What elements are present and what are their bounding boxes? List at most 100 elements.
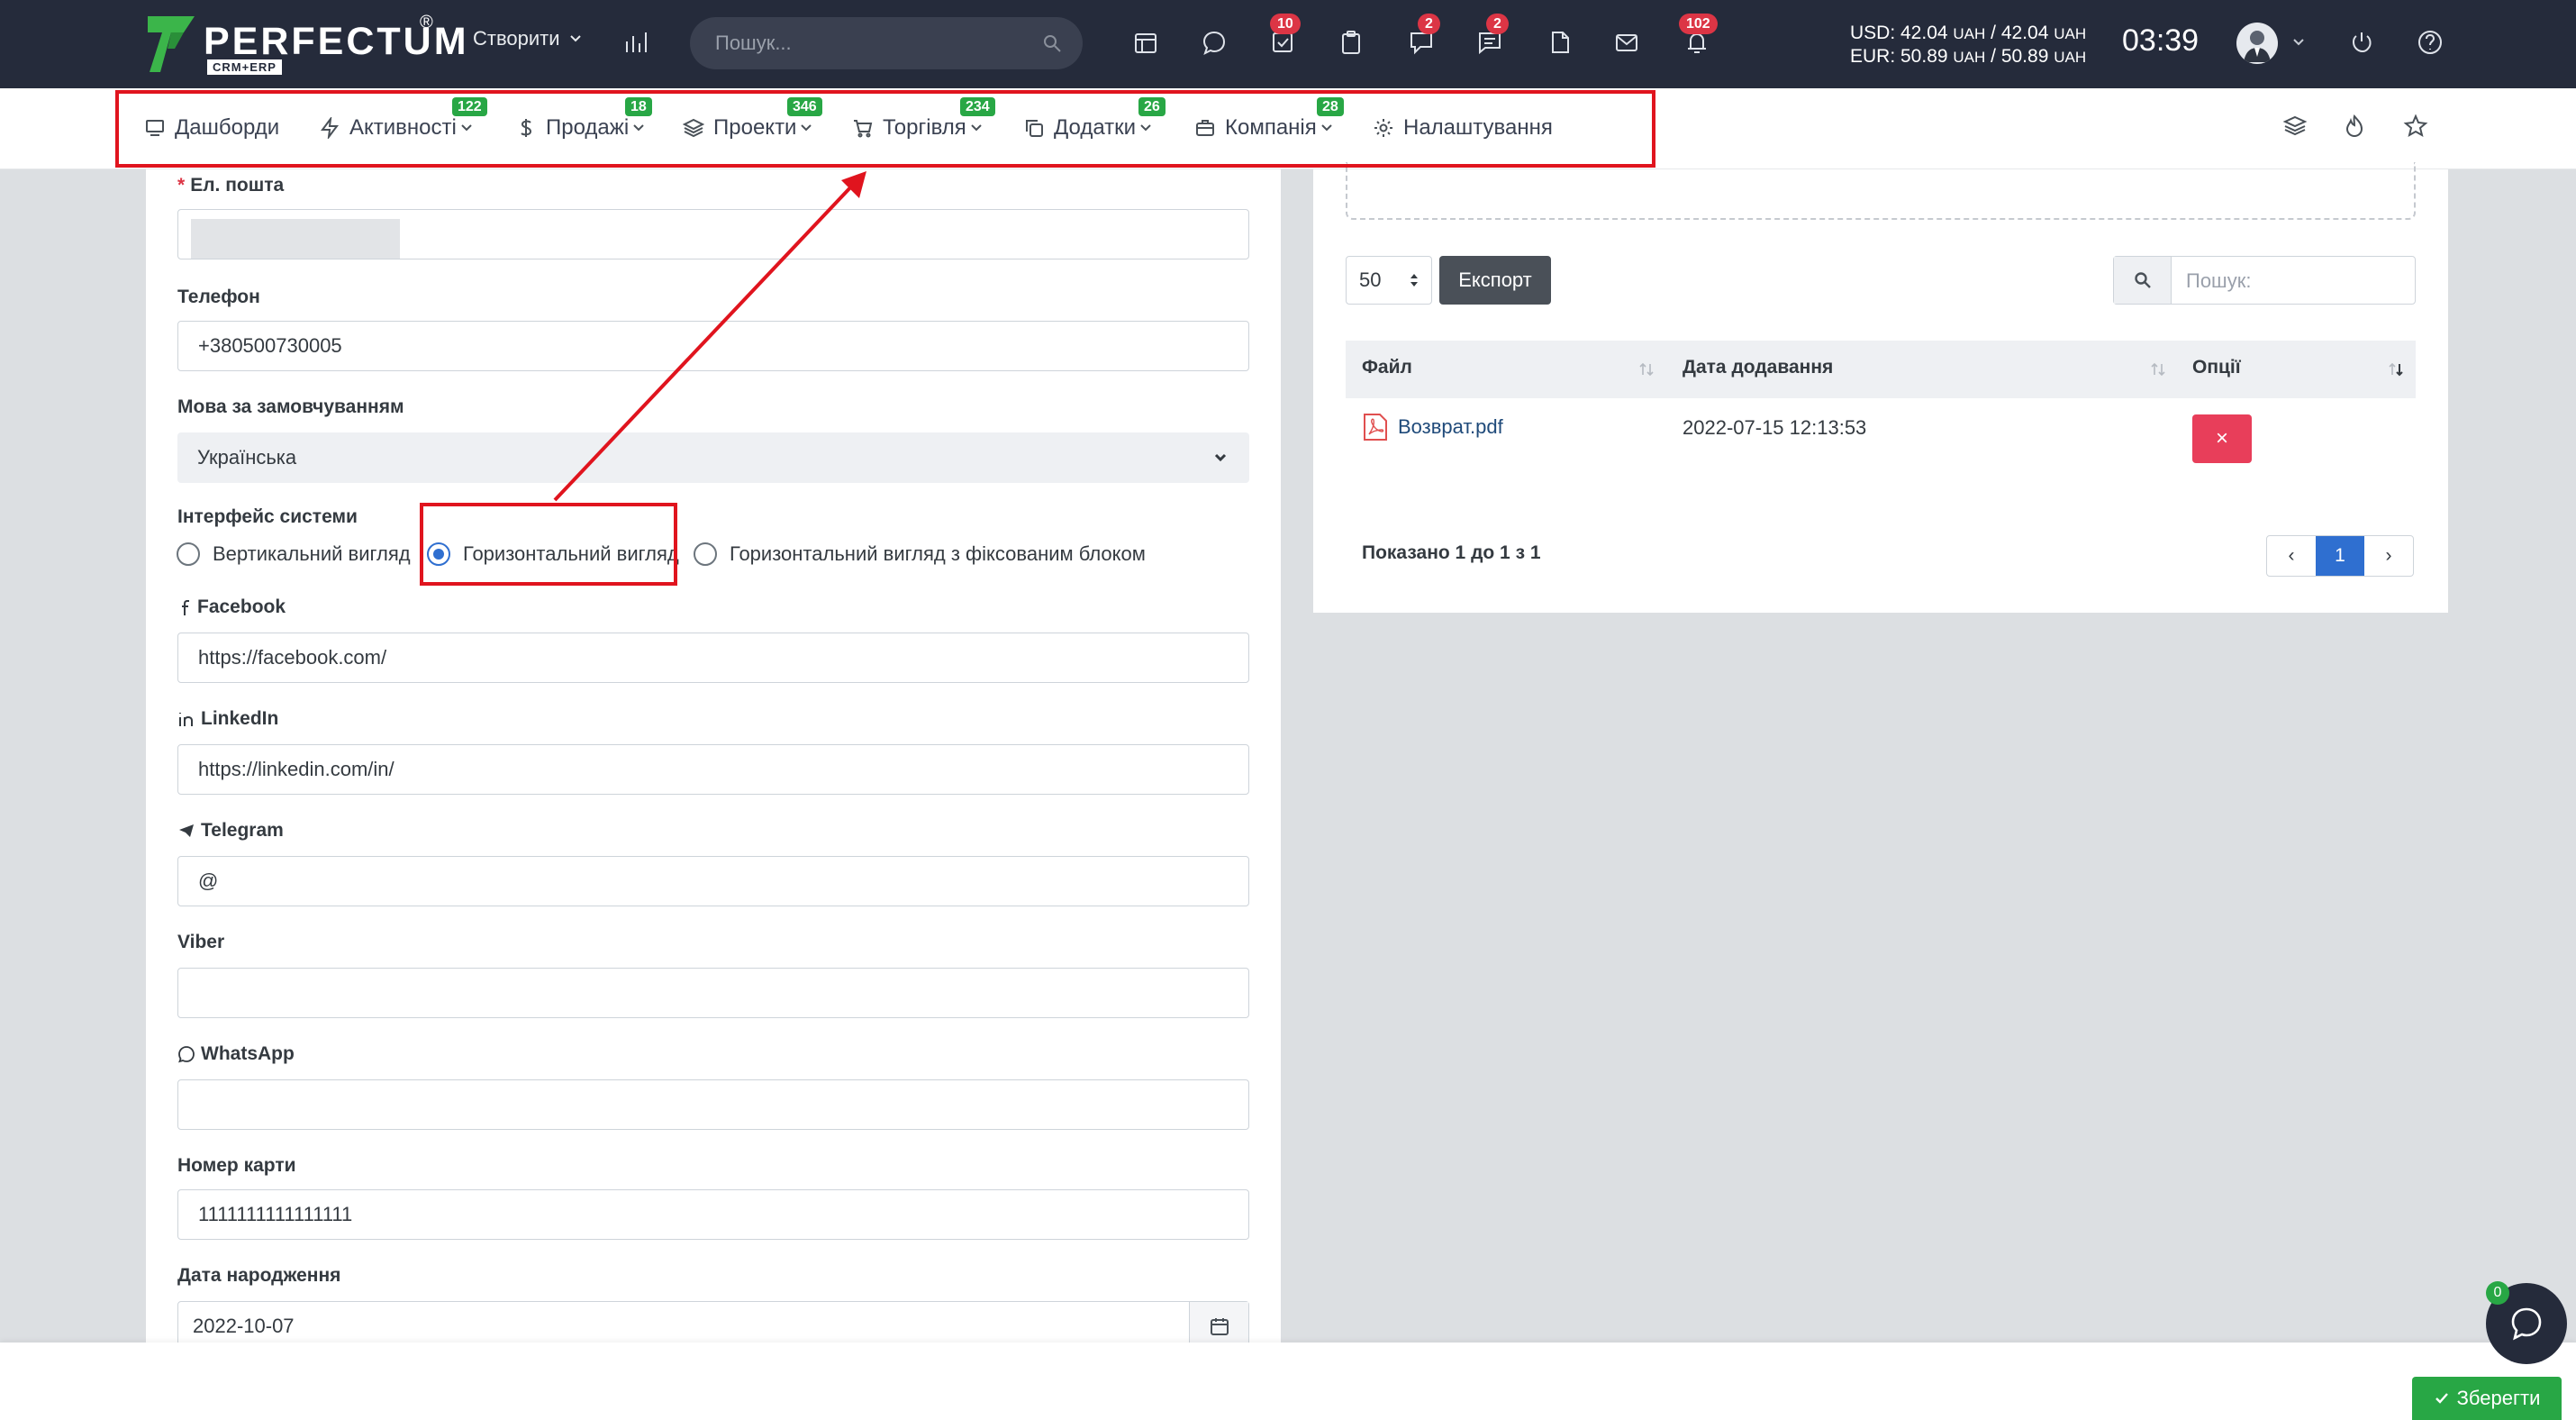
col-file[interactable]: Файл [1362,357,1412,378]
linkedin-label-text: LinkedIn [201,708,279,729]
radio-label: Горизонтальний вигляд з фіксованим блоко… [730,542,1146,565]
language-value: Українська [197,446,297,469]
file-name: Возврат.pdf [1398,415,1503,438]
birth-date-value: 2022-10-07 [193,1315,295,1337]
currency-eur-b: / 50.89 [1991,46,2049,67]
currency-rates: USD: 42.04 UAH / 42.04 UAH EUR: 50.89 UA… [1850,22,2086,68]
chat-widget-badge: 0 [2486,1281,2509,1305]
page-prev[interactable]: ‹ [2267,536,2316,576]
chat-icon[interactable] [1196,24,1232,60]
top-bar: PERFECTUM ® CRM+ERP Створити 10 2 2 [0,0,2576,88]
page-next[interactable]: › [2364,536,2413,576]
fire-icon[interactable] [2342,114,2371,142]
file-link[interactable]: Возврат.pdf [1362,413,1503,441]
email-label-text: Ел. пошта [190,175,285,196]
radio-vertical[interactable]: Вертикальний вигляд [177,542,411,566]
save-button[interactable]: Зберегти [2412,1377,2562,1420]
notifications-badge: 102 [1679,14,1718,34]
radio-dot[interactable] [694,542,717,566]
facebook-label: Facebook [177,596,286,618]
page-current[interactable]: 1 [2316,536,2364,576]
sort-desc-icon[interactable] [2387,360,2405,378]
radio-label: Вертикальний вигляд [213,542,411,565]
files-card: 50 Експорт Файл Дата додавання Опції Воз… [1313,162,2448,613]
whatsapp-icon [178,1046,195,1063]
star-icon[interactable] [2403,114,2432,142]
avatar[interactable] [2236,23,2278,64]
top-search-input[interactable] [715,26,1021,60]
sort-icon[interactable] [2149,360,2167,378]
currency-eur-row: EUR: 50.89 UAH / 50.89 UAH [1850,45,2086,68]
message-icon[interactable]: 2 [1472,14,1509,60]
phone-label: Телефон [177,287,260,307]
page-length-select[interactable]: 50 [1346,256,1432,305]
power-icon[interactable] [2344,24,2380,60]
check-icon [2435,1393,2448,1404]
sort-updown-icon [1410,274,1418,287]
mail-icon[interactable] [1609,24,1645,60]
language-label: Мова за замовчуванням [177,396,404,417]
linkedin-label: LinkedIn [177,708,278,730]
export-button[interactable]: Експорт [1439,256,1551,305]
create-menu[interactable]: Створити [473,27,582,50]
chevron-down-icon [569,35,581,42]
profile-form: * Ел. пошта Телефон +380500730005 Мова з… [146,169,1281,1352]
linkedin-icon [179,713,193,726]
clipboard-icon[interactable] [1333,24,1369,60]
facebook-field[interactable]: https://facebook.com/ [177,633,1249,683]
comment-icon[interactable]: 2 [1403,14,1440,60]
table-search[interactable] [2113,256,2416,305]
bottom-action-bar [0,1343,2576,1420]
interface-label: Інтерфейс системи [177,506,358,527]
email-label: * Ел. пошта [177,175,284,196]
facebook-label-text: Facebook [197,596,286,617]
facebook-icon [182,600,189,615]
file-dropzone[interactable] [1346,162,2416,220]
currency-unit: UAH [2054,25,2087,42]
table-header: Файл Дата додавання Опції [1346,341,2416,398]
table-info: Показано 1 до 1 з 1 [1362,542,1541,563]
chart-icon[interactable] [618,24,654,60]
currency-unit: UAH [2054,49,2087,66]
col-date[interactable]: Дата додавання [1683,357,1833,378]
brand-subtitle: CRM+ERP [207,59,282,75]
card-label: Номер карти [177,1155,296,1176]
delete-file-button[interactable]: × [2192,414,2252,463]
radio-horizontal-fixed[interactable]: Горизонтальний вигляд з фіксованим блоко… [694,542,1146,566]
telegram-label-text: Telegram [201,820,284,841]
logo[interactable]: PERFECTUM ® CRM+ERP [144,13,467,76]
linkedin-field[interactable]: https://linkedin.com/in/ [177,744,1249,795]
viber-field[interactable] [177,968,1249,1018]
phone-field[interactable]: +380500730005 [177,321,1249,371]
bell-icon[interactable]: 102 [1679,14,1718,60]
file-icon[interactable] [1542,24,1578,60]
search-icon [2114,257,2172,304]
required-mark: * [177,175,186,196]
currency-usd-b: / 42.04 [1991,23,2049,43]
col-options[interactable]: Опції [2192,357,2241,378]
email-redacted [191,219,400,259]
language-select[interactable]: Українська [177,432,1249,483]
logo-mark-icon [148,16,195,72]
radio-dot[interactable] [177,542,200,566]
help-icon[interactable] [2412,24,2448,60]
card-field[interactable]: 1111111111111111 [177,1189,1249,1240]
pdf-icon [1364,414,1387,441]
sort-icon[interactable] [1637,360,1655,378]
currency-eur: EUR: 50.89 [1850,46,1948,67]
brand-registered: ® [420,13,433,32]
annotation-radio-highlight [420,503,677,586]
user-avatar-icon [2244,31,2271,62]
search-icon [1044,35,1061,52]
table-search-input[interactable] [2186,268,2402,295]
top-search[interactable] [690,17,1083,69]
email-field[interactable] [177,209,1249,259]
pagination: ‹ 1 › [2266,535,2414,577]
layers-icon[interactable] [2282,114,2311,142]
calendar-icon[interactable] [1128,24,1164,60]
chevron-down-icon[interactable] [2291,35,2306,50]
telegram-field[interactable]: @ [177,856,1249,906]
tasks-icon[interactable]: 10 [1265,14,1301,60]
birth-label: Дата народження [177,1265,341,1286]
whatsapp-field[interactable] [177,1079,1249,1130]
